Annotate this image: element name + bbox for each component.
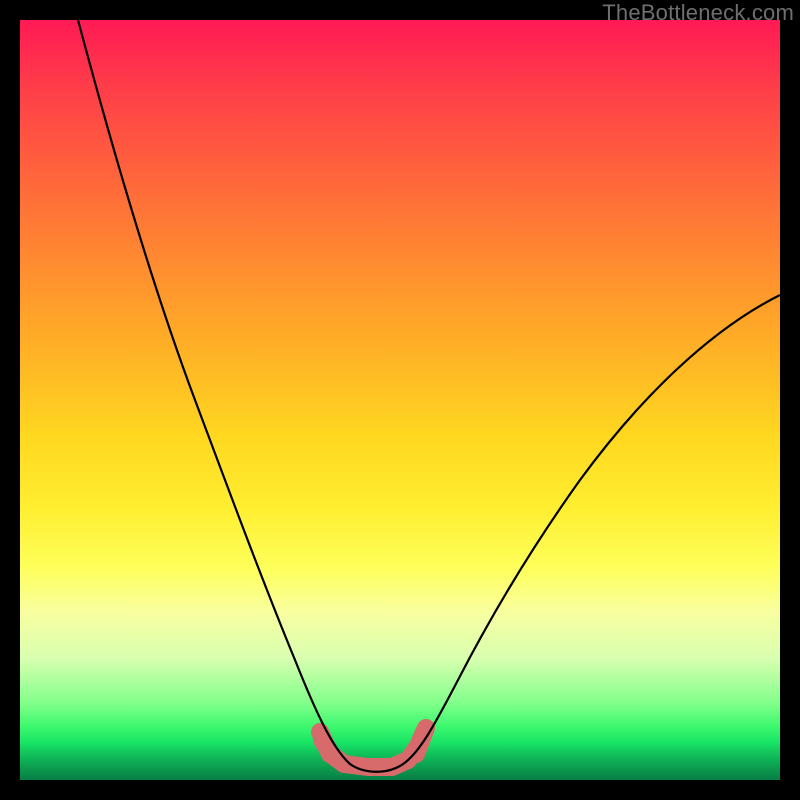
bottleneck-curve — [78, 20, 780, 772]
plot-area — [20, 20, 780, 780]
curve-svg — [20, 20, 780, 780]
chart-frame: TheBottleneck.com — [0, 0, 800, 800]
